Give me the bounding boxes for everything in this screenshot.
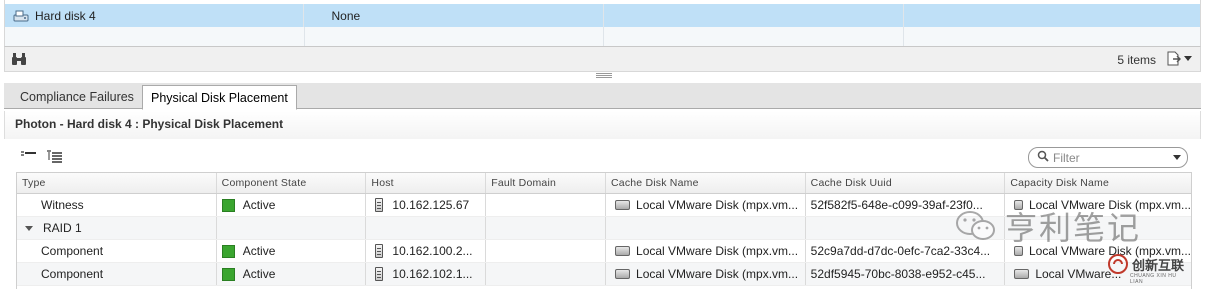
wechat-logo-icon: [956, 211, 995, 240]
state-label: Active: [242, 198, 276, 212]
cache-disk-name-cell: [606, 217, 806, 239]
host-cell: 10.162.100.2...: [366, 240, 487, 262]
panel-title: Photon - Hard disk 4 : Physical Disk Pla…: [15, 117, 284, 131]
chevron-down-icon[interactable]: [1173, 155, 1181, 160]
items-count: 5 items: [1117, 53, 1156, 67]
chevron-down-icon[interactable]: [25, 225, 33, 231]
host-label: 10.162.102.1...: [392, 267, 473, 281]
binoculars-icon[interactable]: [11, 53, 27, 69]
empty-cell: [604, 4, 904, 27]
column-header-cache-disk-name[interactable]: Cache Disk Name: [606, 173, 806, 193]
collapse-all-icon[interactable]: [20, 149, 38, 166]
disk-icon: [615, 269, 631, 279]
type-cell: Witness: [17, 194, 217, 216]
tab-physical-disk-placement[interactable]: Physical Disk Placement: [142, 85, 297, 110]
watermark-subtext: CHUANG XIN HU LIAN: [1130, 273, 1177, 285]
cache-disk-name: Local VMware Disk (mpx.vm...: [636, 267, 799, 281]
type-cell: RAID 1: [17, 217, 217, 239]
host-icon: [375, 244, 384, 258]
name-cell: Hard disk 4: [5, 4, 305, 27]
state-cell: Active: [217, 194, 367, 216]
disk-icon: [615, 200, 631, 210]
host-icon: [375, 267, 384, 281]
export-icon: [1167, 51, 1181, 66]
splitter-handle[interactable]: [596, 73, 612, 78]
column-header-type[interactable]: Type: [17, 173, 217, 193]
filter-input[interactable]: [1053, 150, 1163, 165]
host-icon: [375, 198, 384, 212]
tab-bar: Compliance Failures Physical Disk Placem…: [4, 83, 1201, 110]
host-label: 10.162.100.2...: [392, 244, 473, 258]
empty-cell: [904, 4, 1201, 27]
state-label: Active: [242, 267, 276, 281]
watermark-chuangxin: 创新互联 CHUANG XIN HU LIAN: [1108, 254, 1185, 285]
disk-icon: [1014, 269, 1030, 279]
hard-disk-name: Hard disk 4: [35, 8, 96, 23]
host-cell: 10.162.125.67: [366, 194, 487, 216]
cache-disk-name: Local VMware Disk (mpx.vm...: [636, 244, 799, 258]
cache-disk-name-cell: Local VMware Disk (mpx.vm...: [606, 240, 806, 262]
table-row-hard-disk-4[interactable]: Hard disk 4 None: [5, 4, 1200, 27]
active-status-icon: [221, 198, 235, 212]
tree-toolbar: [20, 149, 64, 166]
state-cell: Active: [217, 263, 367, 285]
fault-domain-cell: [486, 194, 607, 216]
search-icon: [1037, 150, 1049, 165]
host-cell: 10.162.102.1...: [366, 263, 487, 285]
fault-domain-cell: [486, 263, 607, 285]
grid-footer-toolbar: 5 items: [4, 46, 1201, 72]
type-cell: Component: [17, 240, 217, 262]
cache-disk-uuid-cell: 52df5945-70bc-8038-e952-c45...: [806, 263, 1006, 285]
table-header: Type Component State Host Fault Domain C…: [17, 173, 1191, 194]
type-cell: Component: [17, 263, 217, 285]
column-header-capacity-disk-name[interactable]: Capacity Disk Name: [1005, 173, 1191, 193]
column-header-host[interactable]: Host: [366, 173, 487, 193]
state-label: Active: [242, 244, 276, 258]
column-header-component-state[interactable]: Component State: [217, 173, 367, 193]
fault-domain-cell: [486, 217, 606, 239]
table-row[interactable]: Component Active 10.162.102.1... Local V…: [17, 263, 1191, 286]
cache-disk-name-cell: Local VMware Disk (mpx.vm...: [606, 194, 806, 216]
cache-disk-name-cell: Local VMware Disk (mpx.vm...: [606, 263, 806, 285]
chevron-down-icon: [1184, 56, 1192, 61]
state-cell: [217, 217, 367, 239]
host-cell: [366, 217, 487, 239]
value-cell: None: [304, 4, 605, 27]
active-status-icon: [221, 244, 235, 258]
chuangxin-logo-icon: [1108, 254, 1128, 274]
cache-disk-name: Local VMware Disk (mpx.vm...: [636, 198, 799, 212]
watermark-text: 创新互联: [1132, 258, 1185, 274]
state-cell: Active: [217, 240, 367, 262]
top-grid: Hard disk 4 None: [4, 0, 1201, 50]
host-label: 10.162.125.67: [392, 198, 470, 212]
type-label: RAID 1: [43, 221, 82, 235]
filter-input-box[interactable]: [1028, 147, 1188, 168]
disk-icon: [615, 246, 631, 256]
column-header-cache-disk-uuid[interactable]: Cache Disk Uuid: [806, 173, 1006, 193]
fault-domain-cell: [486, 240, 607, 262]
column-header-fault-domain[interactable]: Fault Domain: [486, 173, 606, 193]
expand-all-icon[interactable]: [46, 149, 64, 166]
hard-disk-icon: [13, 10, 29, 22]
watermark-text: 亨利笔记: [1005, 209, 1142, 247]
watermark-henry-notes: 亨利笔记: [955, 203, 1141, 249]
active-status-icon: [221, 267, 235, 281]
tab-compliance-failures[interactable]: Compliance Failures: [12, 85, 142, 109]
export-button[interactable]: [1167, 51, 1192, 66]
